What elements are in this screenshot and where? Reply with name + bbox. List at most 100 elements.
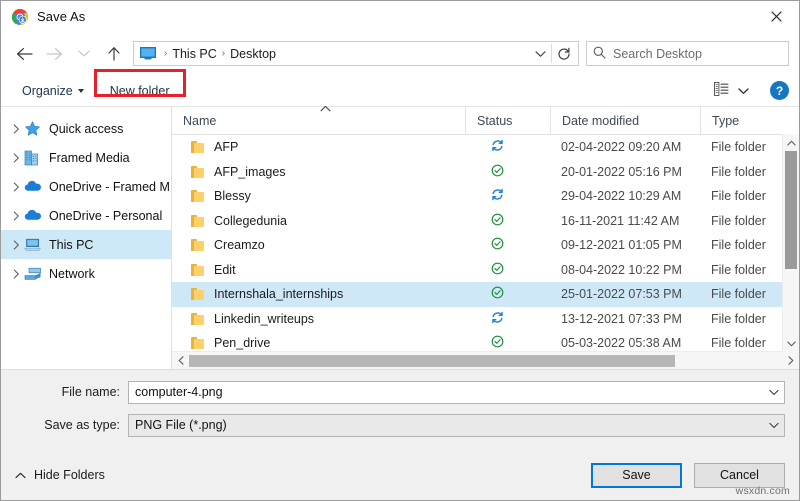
breadcrumb-desktop[interactable]: Desktop: [228, 47, 278, 61]
column-header-type[interactable]: Type: [700, 107, 799, 134]
column-header-name[interactable]: Name: [172, 107, 465, 134]
column-header-label: Name: [183, 114, 216, 128]
organize-chevron-down-icon: [78, 89, 84, 93]
chevron-right-icon[interactable]: [8, 182, 24, 192]
sidebar-item-label: Network: [49, 267, 95, 281]
save-button[interactable]: Save: [591, 463, 682, 488]
file-name-cell: Blessy: [172, 189, 465, 203]
table-row[interactable]: Internshala_internships 25-01-2022 07:53…: [172, 282, 799, 307]
file-name-cell: Edit: [172, 263, 465, 277]
forward-icon[interactable]: [39, 39, 69, 69]
scroll-right-icon[interactable]: [782, 352, 799, 369]
chevron-right-icon[interactable]: [8, 124, 24, 134]
file-name-label: Collegedunia: [214, 214, 287, 228]
sidebar-item-network[interactable]: Network: [1, 259, 171, 288]
table-row[interactable]: Collegedunia 16-11-2021 11:42 AM File fo…: [172, 209, 799, 234]
sidebar-item-label: This PC: [49, 238, 93, 252]
table-row[interactable]: Pen_drive 05-03-2022 05:38 AM File folde…: [172, 331, 799, 351]
status-cell: [465, 311, 550, 327]
window-title: Save As: [37, 9, 85, 24]
status-cell: [465, 139, 550, 155]
save-as-type-select[interactable]: PNG File (*.png): [128, 414, 785, 437]
save-as-type-chevron-down-icon[interactable]: [764, 422, 784, 429]
date-modified-cell: 13-12-2021 07:33 PM: [550, 312, 700, 326]
organize-button[interactable]: Organize: [15, 81, 91, 101]
folder-icon: [191, 141, 205, 153]
vertical-scroll-track[interactable]: [783, 151, 799, 335]
sidebar-item-onedrive-framed-m[interactable]: OneDrive - Framed M: [1, 172, 171, 201]
chevron-up-icon: [15, 468, 26, 482]
file-name-chevron-down-icon[interactable]: [764, 389, 784, 396]
sidebar-item-label: Framed Media: [49, 151, 130, 165]
address-bar[interactable]: › This PC › Desktop: [133, 41, 579, 66]
table-row[interactable]: Edit 08-04-2022 10:22 PM File folder: [172, 258, 799, 283]
computer-icon: [24, 237, 42, 253]
dialog-body: Quick access Framed Media: [1, 106, 799, 369]
scroll-up-icon[interactable]: [783, 134, 799, 151]
horizontal-scrollbar[interactable]: [172, 351, 799, 369]
help-button[interactable]: ?: [770, 81, 789, 100]
table-row[interactable]: Blessy 29-04-2022 10:29 AM: [172, 184, 799, 209]
folder-icon: [191, 288, 205, 300]
search-box[interactable]: Search Desktop: [586, 41, 789, 66]
change-view-button[interactable]: [710, 80, 753, 101]
table-row[interactable]: AFP_images 20-01-2022 05:16 PM File fold…: [172, 160, 799, 185]
column-header-status[interactable]: Status: [465, 107, 550, 134]
cloud-icon: [24, 179, 42, 195]
file-name-value: computer-4.png: [135, 385, 764, 399]
title-bar: Save As: [1, 1, 799, 32]
chevron-right-icon[interactable]: [8, 240, 24, 250]
navigation-pane: Quick access Framed Media: [1, 107, 172, 369]
file-name-label: AFP: [214, 140, 238, 154]
sidebar-item-onedrive-personal[interactable]: OneDrive - Personal: [1, 201, 171, 230]
horizontal-scroll-thumb[interactable]: [189, 355, 675, 367]
close-button[interactable]: [753, 1, 799, 32]
table-row[interactable]: AFP 02-04-2022 09:20 AM: [172, 135, 799, 160]
vertical-scroll-thumb[interactable]: [785, 151, 797, 269]
back-icon[interactable]: [9, 39, 39, 69]
folder-icon: [191, 264, 205, 276]
refresh-icon[interactable]: [552, 47, 576, 61]
file-name-cell: Pen_drive: [172, 336, 465, 350]
organize-label: Organize: [22, 84, 73, 98]
status-cell: [465, 188, 550, 204]
hide-folders-button[interactable]: Hide Folders: [15, 468, 105, 482]
sidebar-item-quick-access[interactable]: Quick access: [1, 114, 171, 143]
search-input-placeholder[interactable]: Search Desktop: [613, 47, 702, 61]
chrome-download-icon: [11, 8, 29, 26]
scroll-down-icon[interactable]: [783, 335, 799, 352]
scroll-left-icon[interactable]: [172, 352, 189, 369]
table-row[interactable]: Creamzo 09-12-2021 01:05 PM File folder: [172, 233, 799, 258]
check-icon: [491, 237, 504, 253]
new-folder-button[interactable]: New folder: [103, 81, 177, 101]
file-name-label: Pen_drive: [214, 336, 270, 350]
table-row[interactable]: Linkedin_writeups 13-12-2021 07:3: [172, 307, 799, 332]
chevron-right-icon[interactable]: [8, 211, 24, 221]
file-name-label: Edit: [214, 263, 236, 277]
column-header-date-modified[interactable]: Date modified: [550, 107, 700, 134]
horizontal-scroll-track[interactable]: [189, 352, 782, 369]
vertical-scrollbar[interactable]: [782, 134, 799, 352]
file-name-input[interactable]: computer-4.png: [128, 381, 785, 404]
cancel-button[interactable]: Cancel: [694, 463, 785, 488]
folder-icon: [191, 190, 205, 202]
recent-locations-chevron-down-icon[interactable]: [69, 39, 99, 69]
file-name-label: Blessy: [214, 189, 251, 203]
date-modified-cell: 02-04-2022 09:20 AM: [550, 140, 700, 154]
save-as-dialog: Save As: [0, 0, 800, 501]
up-one-level-icon[interactable]: [99, 39, 129, 69]
hide-folders-label: Hide Folders: [34, 468, 105, 482]
chevron-right-icon[interactable]: [8, 269, 24, 279]
folder-icon: [191, 166, 205, 178]
sidebar-item-framed-media[interactable]: Framed Media: [1, 143, 171, 172]
date-modified-cell: 09-12-2021 01:05 PM: [550, 238, 700, 252]
status-cell: [465, 286, 550, 302]
view-chevron-down-icon[interactable]: [738, 84, 749, 98]
chevron-right-icon[interactable]: [8, 153, 24, 163]
file-name-cell: Linkedin_writeups: [172, 312, 465, 326]
sidebar-item-this-pc[interactable]: This PC: [1, 230, 171, 259]
date-modified-cell: 25-01-2022 07:53 PM: [550, 287, 700, 301]
breadcrumb-this-pc[interactable]: This PC: [170, 47, 218, 61]
address-dropdown-chevron-down-icon[interactable]: [529, 50, 551, 58]
watermark: wsxdn.com: [736, 485, 790, 497]
